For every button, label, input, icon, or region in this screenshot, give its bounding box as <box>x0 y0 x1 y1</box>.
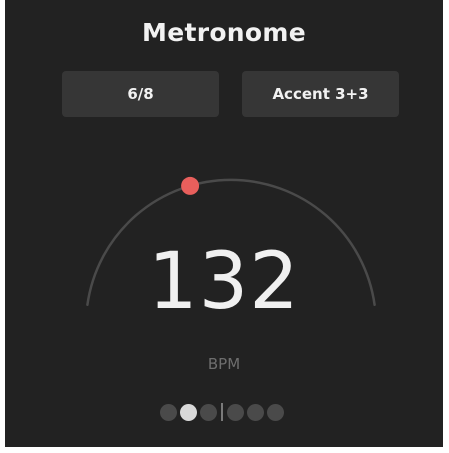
tempo-dial-knob[interactable] <box>181 176 200 195</box>
beat-indicator <box>160 403 284 421</box>
beat-dot <box>160 403 177 421</box>
beat-dot <box>247 403 264 421</box>
tempo-dial[interactable] <box>5 0 443 447</box>
bpm-value: 132 <box>148 237 300 327</box>
metronome-panel: Metronome 6/8 Accent 3+3 132 BPM <box>5 0 443 447</box>
beat-dot-active <box>180 403 197 421</box>
bpm-label: BPM <box>207 355 241 373</box>
beat-dot <box>200 403 217 421</box>
beat-dot <box>227 403 244 421</box>
beat-group-divider <box>221 403 223 421</box>
beat-dot <box>267 403 284 421</box>
